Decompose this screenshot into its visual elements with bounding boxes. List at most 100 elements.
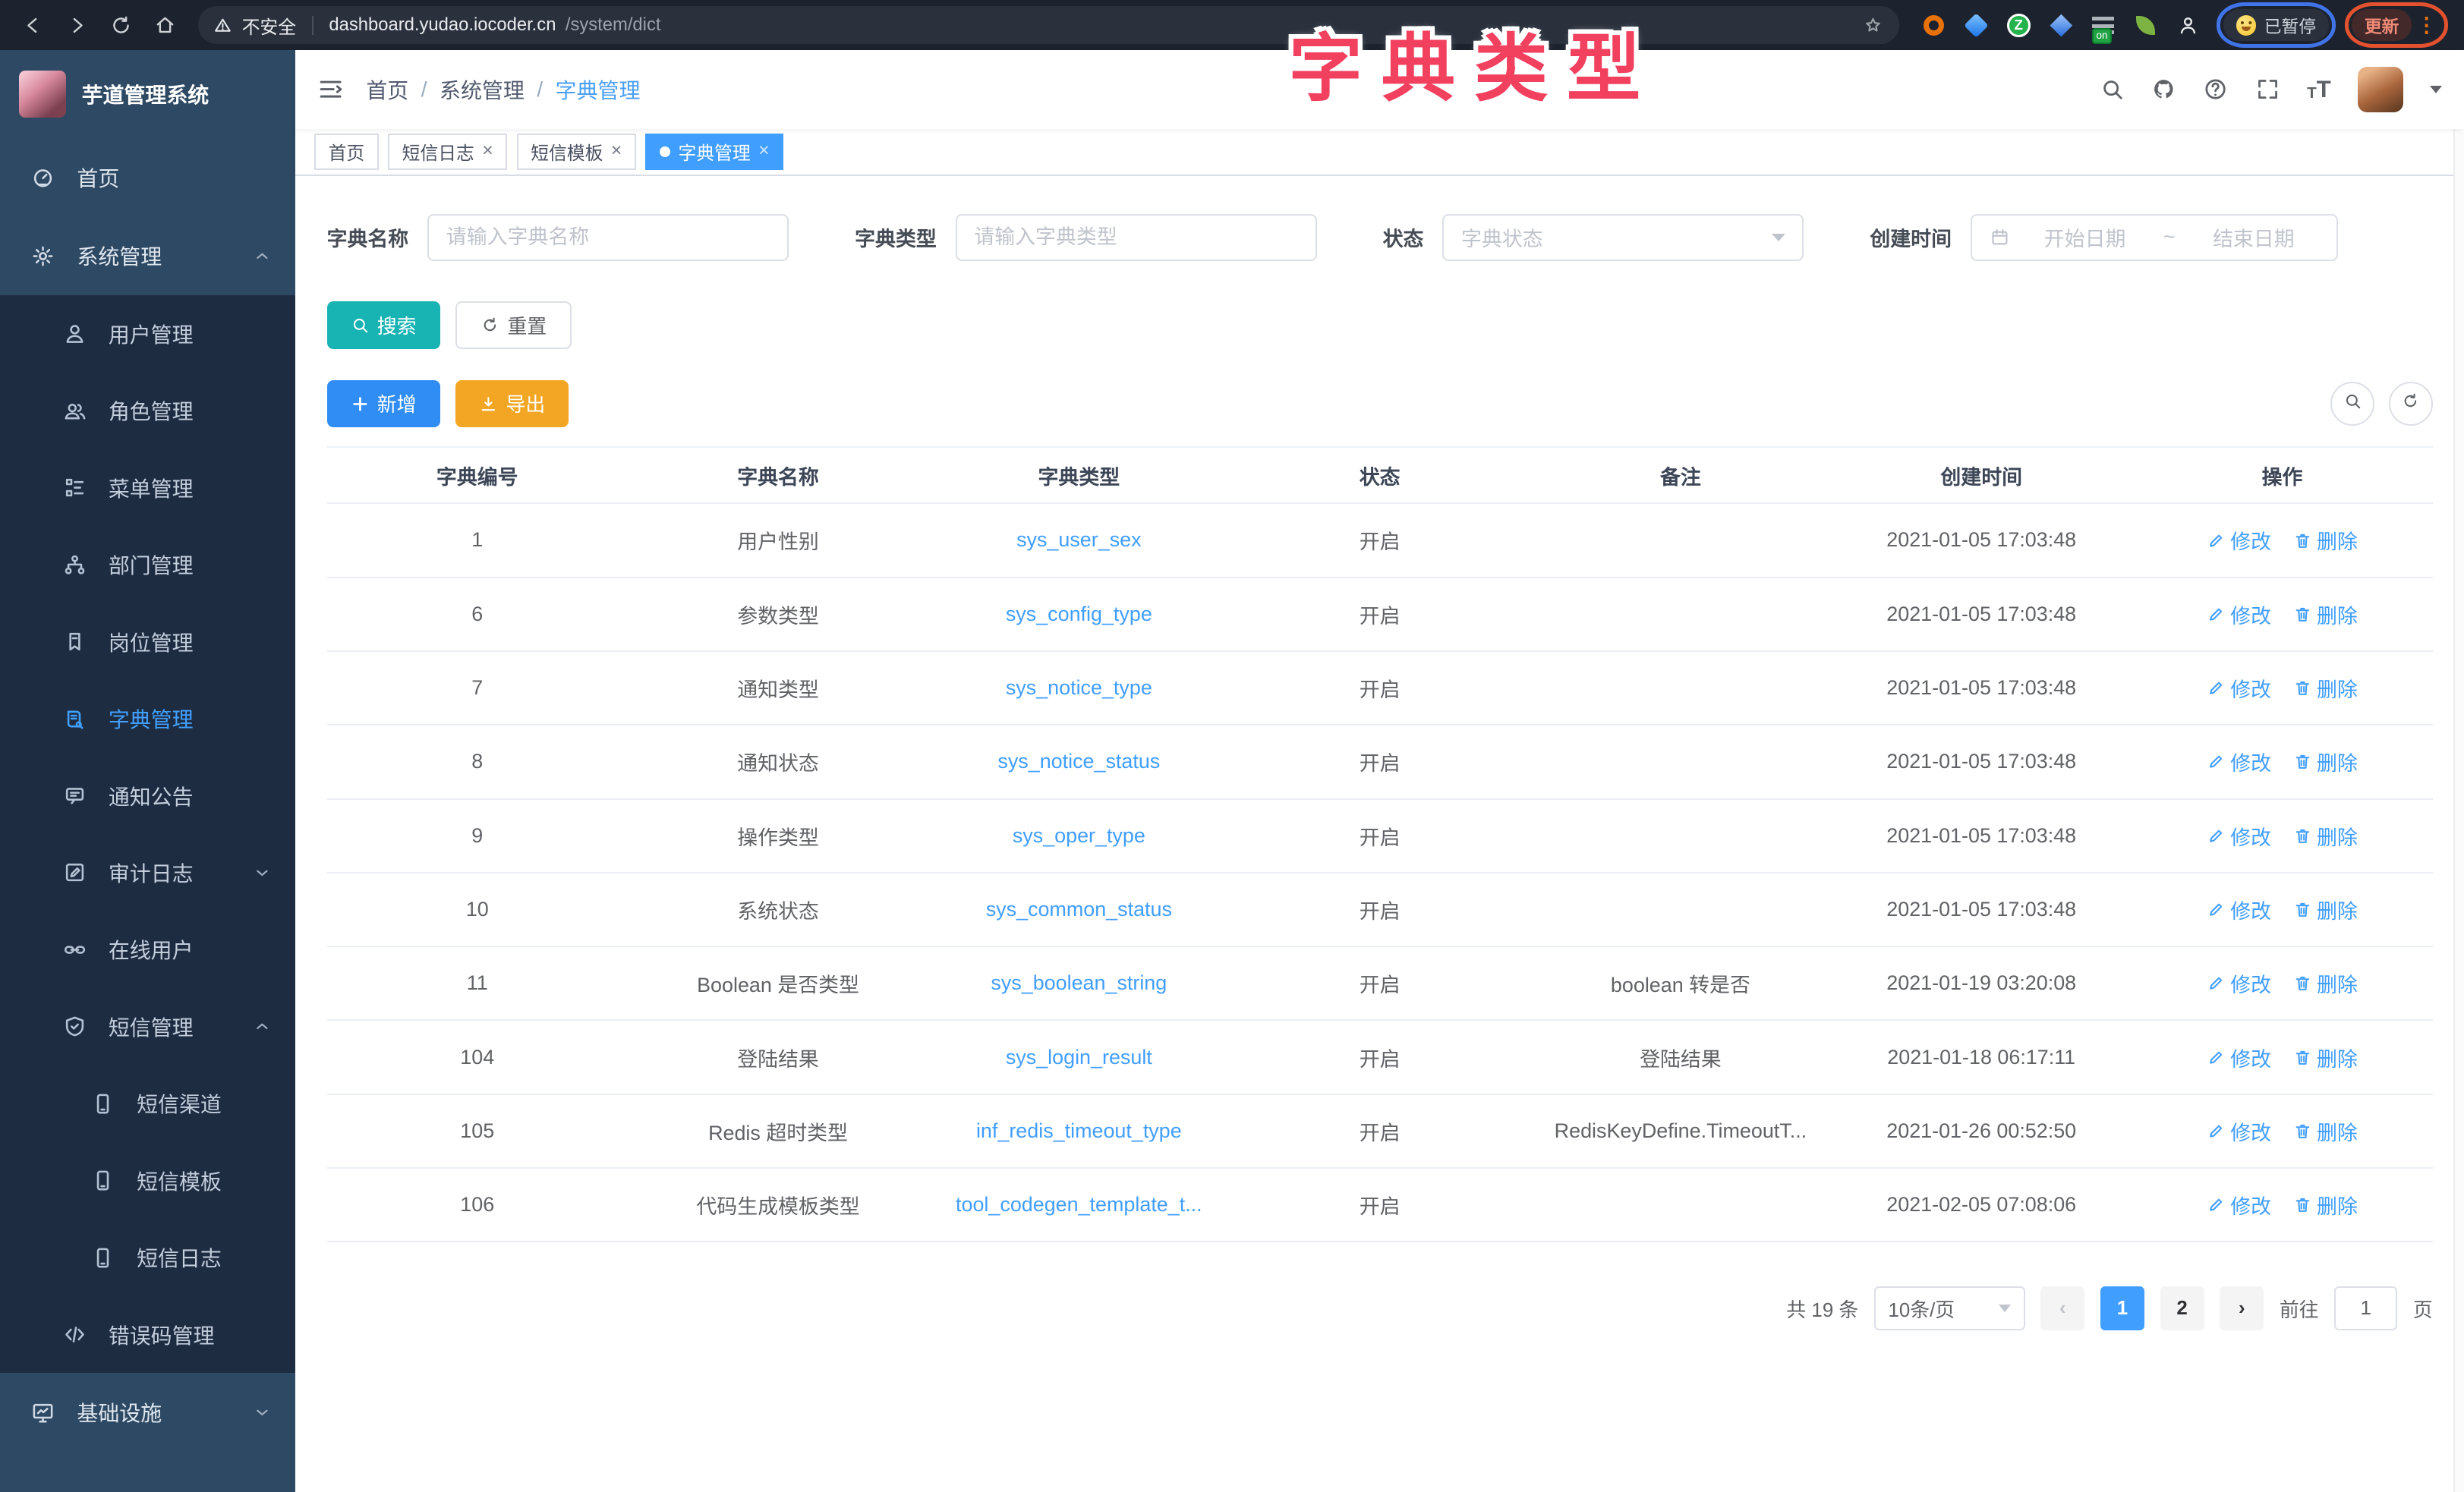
sidebar-item-online-user[interactable]: 在线用户	[0, 911, 295, 988]
fullscreen-icon[interactable]	[2255, 77, 2280, 102]
edit-link[interactable]: 修改	[2207, 525, 2271, 555]
puzzle-orange-extension-icon[interactable]	[1921, 13, 1946, 38]
user-avatar[interactable]	[2358, 67, 2403, 112]
sidebar-item-audit-log[interactable]: 审计日志	[0, 834, 295, 911]
status-select[interactable]: 字典状态	[1442, 214, 1804, 261]
reload-icon[interactable]	[104, 8, 139, 42]
diamond-blue-extension-icon[interactable]	[2048, 13, 2073, 38]
add-button[interactable]: 新增	[327, 380, 440, 427]
delete-link[interactable]: 删除	[2293, 673, 2358, 703]
close-icon[interactable]: ×	[611, 142, 622, 161]
page-size-select[interactable]: 10条/页	[1874, 1286, 2025, 1330]
sidebar-item-infra[interactable]: 基础设施	[0, 1373, 295, 1452]
dict-type-link[interactable]: inf_redis_timeout_type	[976, 1119, 1182, 1142]
search-icon[interactable]	[2100, 77, 2125, 102]
edit-link[interactable]: 修改	[2207, 968, 2271, 998]
browser-menu-icon[interactable]: ⋮	[2412, 14, 2441, 37]
hamburger-icon[interactable]	[317, 76, 344, 102]
breadcrumb-item[interactable]: 首页	[366, 74, 408, 105]
export-button[interactable]: 导出	[455, 380, 569, 427]
delete-link[interactable]: 删除	[2293, 747, 2358, 776]
sidebar-item-user[interactable]: 用户管理	[0, 295, 295, 372]
github-icon[interactable]	[2151, 77, 2176, 102]
delete-link[interactable]: 删除	[2293, 525, 2358, 555]
sidebar-item-sms[interactable]: 短信管理	[0, 988, 295, 1065]
delete-link[interactable]: 删除	[2293, 1043, 2358, 1072]
refresh-table-button[interactable]	[2389, 382, 2433, 426]
grid-extension-icon[interactable]: on	[2091, 13, 2116, 38]
home-icon[interactable]	[148, 8, 183, 42]
delete-link[interactable]: 删除	[2293, 895, 2358, 924]
scrollbar[interactable]	[2453, 50, 2464, 1492]
sidebar-item-notice[interactable]: 通知公告	[0, 757, 295, 834]
chevron-down-icon[interactable]	[2430, 86, 2442, 93]
sidebar-item-sms-log[interactable]: 短信日志	[0, 1219, 295, 1295]
sidebar-item-role[interactable]: 角色管理	[0, 373, 295, 449]
sidebar-item-menu[interactable]: 菜单管理	[0, 449, 295, 526]
edit-link[interactable]: 修改	[2207, 1190, 2271, 1220]
dict-type-link[interactable]: sys_login_result	[1006, 1046, 1152, 1069]
font-size-icon[interactable]: TT	[2307, 77, 2331, 101]
forward-icon[interactable]	[60, 8, 95, 42]
leaf-green-extension-icon[interactable]	[2133, 13, 2158, 38]
sidebar-item-label: 通知公告	[109, 781, 194, 811]
dict-type-link[interactable]: sys_config_type	[1006, 603, 1152, 625]
person-white-extension-icon[interactable]	[2176, 13, 2201, 38]
url-bar[interactable]: 不安全 dashboard.yudao.iocoder.cn/system/di…	[198, 6, 1899, 44]
dict-type-link[interactable]: sys_oper_type	[1013, 824, 1145, 847]
delete-link[interactable]: 删除	[2293, 1116, 2358, 1146]
page-button-2[interactable]: 2	[2160, 1286, 2204, 1330]
sidebar-item-sms-channel[interactable]: 短信渠道	[0, 1065, 295, 1142]
prev-page-button[interactable]: ‹	[2040, 1286, 2084, 1330]
dict-type-link[interactable]: sys_notice_status	[997, 750, 1160, 773]
logo[interactable]: 芋道管理系统	[0, 50, 295, 138]
edit-link[interactable]: 修改	[2207, 747, 2271, 776]
page-button-1[interactable]: 1	[2100, 1286, 2144, 1330]
edit-link[interactable]: 修改	[2207, 673, 2271, 703]
back-icon[interactable]	[16, 8, 51, 42]
close-icon[interactable]: ×	[758, 142, 770, 161]
dict-type-link[interactable]: sys_boolean_string	[991, 971, 1167, 994]
edit-link[interactable]: 修改	[2207, 1043, 2271, 1072]
dict-type-link[interactable]: sys_user_sex	[1016, 528, 1142, 551]
edit-link[interactable]: 修改	[2207, 821, 2271, 851]
tab-sms-log[interactable]: 短信日志×	[388, 134, 507, 170]
goto-page-input[interactable]	[2334, 1286, 2397, 1330]
gem-blue-extension-icon[interactable]	[1964, 13, 1989, 38]
sidebar-item-dict[interactable]: 字典管理	[0, 680, 295, 757]
date-range-picker[interactable]: 开始日期 ~ 结束日期	[1971, 214, 2338, 261]
sidebar-item-system[interactable]: 系统管理	[0, 217, 295, 296]
tab-dict[interactable]: 字典管理×	[645, 134, 783, 170]
sidebar-item-post[interactable]: 岗位管理	[0, 603, 295, 680]
profile-paused-badge[interactable]: 已暂停	[2223, 9, 2329, 40]
delete-link[interactable]: 删除	[2293, 821, 2358, 851]
tab-home[interactable]: 首页	[314, 134, 379, 170]
sidebar-item-home[interactable]: 首页	[0, 138, 295, 217]
delete-link[interactable]: 删除	[2293, 600, 2358, 629]
dict-type-link[interactable]: sys_notice_type	[1006, 676, 1152, 699]
breadcrumb-item[interactable]: 系统管理	[440, 74, 525, 105]
edit-link[interactable]: 修改	[2207, 600, 2271, 629]
sidebar-item-error-code[interactable]: 错误码管理	[0, 1296, 295, 1373]
green-circle-extension-icon[interactable]: Z	[2006, 13, 2031, 38]
edit-link[interactable]: 修改	[2207, 895, 2271, 924]
search-button[interactable]: 搜索	[327, 301, 440, 348]
next-page-button[interactable]: ›	[2220, 1286, 2264, 1330]
dict-type-link[interactable]: sys_common_status	[986, 898, 1172, 921]
sidebar-item-dept[interactable]: 部门管理	[0, 526, 295, 603]
tab-sms-template[interactable]: 短信模板×	[517, 134, 636, 170]
close-icon[interactable]: ×	[482, 142, 493, 161]
sidebar-item-sms-template[interactable]: 短信模板	[0, 1142, 295, 1219]
help-icon[interactable]	[2203, 77, 2228, 102]
dict-type-link[interactable]: tool_codegen_template_t...	[956, 1193, 1202, 1216]
edit-link[interactable]: 修改	[2207, 1116, 2271, 1146]
browser-update-button[interactable]: 更新	[2352, 9, 2412, 40]
dict-name-input[interactable]	[446, 225, 770, 249]
delete-link[interactable]: 删除	[2293, 1190, 2358, 1220]
dict-type-input[interactable]	[974, 225, 1298, 249]
cell-operations: 修改删除	[2132, 651, 2432, 725]
reset-button[interactable]: 重置	[455, 301, 572, 348]
delete-link[interactable]: 删除	[2293, 968, 2358, 998]
show-search-button[interactable]	[2330, 382, 2374, 426]
bookmark-star-icon[interactable]	[1863, 15, 1883, 36]
